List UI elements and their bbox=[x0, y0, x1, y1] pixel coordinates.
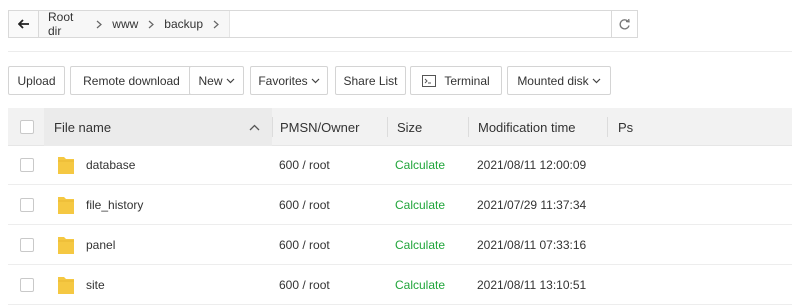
breadcrumb-root[interactable]: Root dir bbox=[48, 10, 86, 38]
select-all-cell bbox=[20, 108, 34, 146]
new-label: New bbox=[198, 73, 223, 88]
column-separator bbox=[272, 117, 273, 137]
column-separator bbox=[607, 117, 608, 137]
table-header: File name PMSN/Owner Size Modification t… bbox=[8, 108, 792, 146]
mounted-disk-dropdown[interactable]: Mounted disk bbox=[507, 66, 611, 95]
column-header-name-label: File name bbox=[54, 119, 112, 135]
chevron-up-icon bbox=[249, 124, 260, 131]
breadcrumb-backup[interactable]: backup bbox=[164, 17, 203, 31]
table-row[interactable]: site 600 / root Calculate 2021/08/11 13:… bbox=[8, 265, 792, 305]
upload-button[interactable]: Upload bbox=[8, 66, 65, 95]
remote-download-label: Remote download bbox=[83, 73, 180, 88]
table-row[interactable]: panel 600 / root Calculate 2021/08/11 07… bbox=[8, 225, 792, 265]
modification-time: 2021/08/11 07:33:16 bbox=[477, 238, 587, 252]
calculate-size-link[interactable]: Calculate bbox=[395, 225, 445, 265]
chevron-right-icon bbox=[96, 20, 103, 29]
remote-download-button[interactable]: Remote download bbox=[70, 66, 193, 95]
chevron-right-icon bbox=[148, 20, 155, 29]
chevron-down-icon bbox=[311, 78, 320, 84]
row-checkbox[interactable] bbox=[20, 158, 34, 172]
column-header-mtime[interactable]: Modification time bbox=[478, 108, 576, 146]
file-permission[interactable]: 600 / root bbox=[279, 145, 330, 185]
share-list-label: Share List bbox=[343, 73, 398, 88]
folder-icon bbox=[56, 185, 76, 225]
file-name[interactable]: panel bbox=[86, 225, 115, 265]
favorites-label: Favorites bbox=[258, 73, 308, 88]
folder-icon bbox=[56, 225, 76, 265]
column-header-ps-label: Ps bbox=[618, 119, 634, 135]
refresh-button[interactable] bbox=[611, 11, 637, 37]
chevron-down-icon bbox=[226, 78, 235, 84]
new-dropdown[interactable]: New bbox=[189, 66, 244, 95]
terminal-icon bbox=[422, 74, 437, 87]
row-checkbox[interactable] bbox=[20, 238, 34, 252]
path-bar: Root dir www backup bbox=[8, 10, 638, 38]
divider bbox=[8, 51, 792, 52]
folder-icon bbox=[56, 145, 76, 185]
column-separator bbox=[468, 117, 469, 137]
back-button[interactable] bbox=[9, 11, 39, 37]
select-all-checkbox[interactable] bbox=[20, 120, 34, 134]
modification-time: 2021/08/11 12:00:09 bbox=[477, 158, 587, 172]
favorites-dropdown[interactable]: Favorites bbox=[250, 66, 328, 95]
column-header-size[interactable]: Size bbox=[397, 108, 422, 146]
column-header-perm-label: PMSN/Owner bbox=[280, 119, 360, 135]
file-name[interactable]: site bbox=[86, 265, 105, 305]
row-select-cell bbox=[20, 185, 34, 225]
column-separator bbox=[387, 117, 388, 137]
upload-label: Upload bbox=[17, 73, 56, 88]
folder-icon bbox=[56, 265, 76, 305]
refresh-icon bbox=[619, 18, 630, 29]
chevron-right-icon bbox=[213, 20, 219, 29]
modification-time: 2021/07/29 11:37:34 bbox=[477, 198, 587, 212]
calculate-size-link[interactable]: Calculate bbox=[395, 185, 445, 225]
breadcrumb: Root dir www backup bbox=[39, 10, 229, 38]
file-permission[interactable]: 600 / root bbox=[279, 225, 330, 265]
chevron-down-icon bbox=[592, 78, 601, 84]
file-name[interactable]: database bbox=[86, 145, 135, 185]
file-permission[interactable]: 600 / root bbox=[279, 185, 330, 225]
breadcrumb-www[interactable]: www bbox=[112, 17, 138, 31]
column-header-perm[interactable]: PMSN/Owner bbox=[280, 108, 359, 146]
terminal-label: Terminal bbox=[444, 73, 490, 88]
column-header-name[interactable]: File name bbox=[44, 108, 272, 146]
column-header-ps[interactable]: Ps bbox=[618, 108, 633, 146]
calculate-size-link[interactable]: Calculate bbox=[395, 145, 445, 185]
share-list-button[interactable]: Share List bbox=[335, 66, 406, 95]
column-header-size-label: Size bbox=[397, 119, 423, 135]
row-select-cell bbox=[20, 225, 34, 265]
row-checkbox[interactable] bbox=[20, 278, 34, 292]
arrow-left-icon bbox=[17, 19, 29, 29]
modification-time: 2021/08/11 13:10:51 bbox=[477, 278, 587, 292]
table-row[interactable]: file_history 600 / root Calculate 2021/0… bbox=[8, 185, 792, 225]
mounted-disk-label: Mounted disk bbox=[517, 73, 589, 88]
table-row[interactable]: database 600 / root Calculate 2021/08/11… bbox=[8, 145, 792, 185]
calculate-size-link[interactable]: Calculate bbox=[395, 265, 445, 305]
row-select-cell bbox=[20, 145, 34, 185]
row-select-cell bbox=[20, 265, 34, 305]
file-name[interactable]: file_history bbox=[86, 185, 143, 225]
row-checkbox[interactable] bbox=[20, 198, 34, 212]
terminal-button[interactable]: Terminal bbox=[410, 66, 502, 95]
column-header-mtime-label: Modification time bbox=[478, 119, 576, 135]
path-input[interactable] bbox=[229, 11, 611, 37]
file-permission[interactable]: 600 / root bbox=[279, 265, 330, 305]
